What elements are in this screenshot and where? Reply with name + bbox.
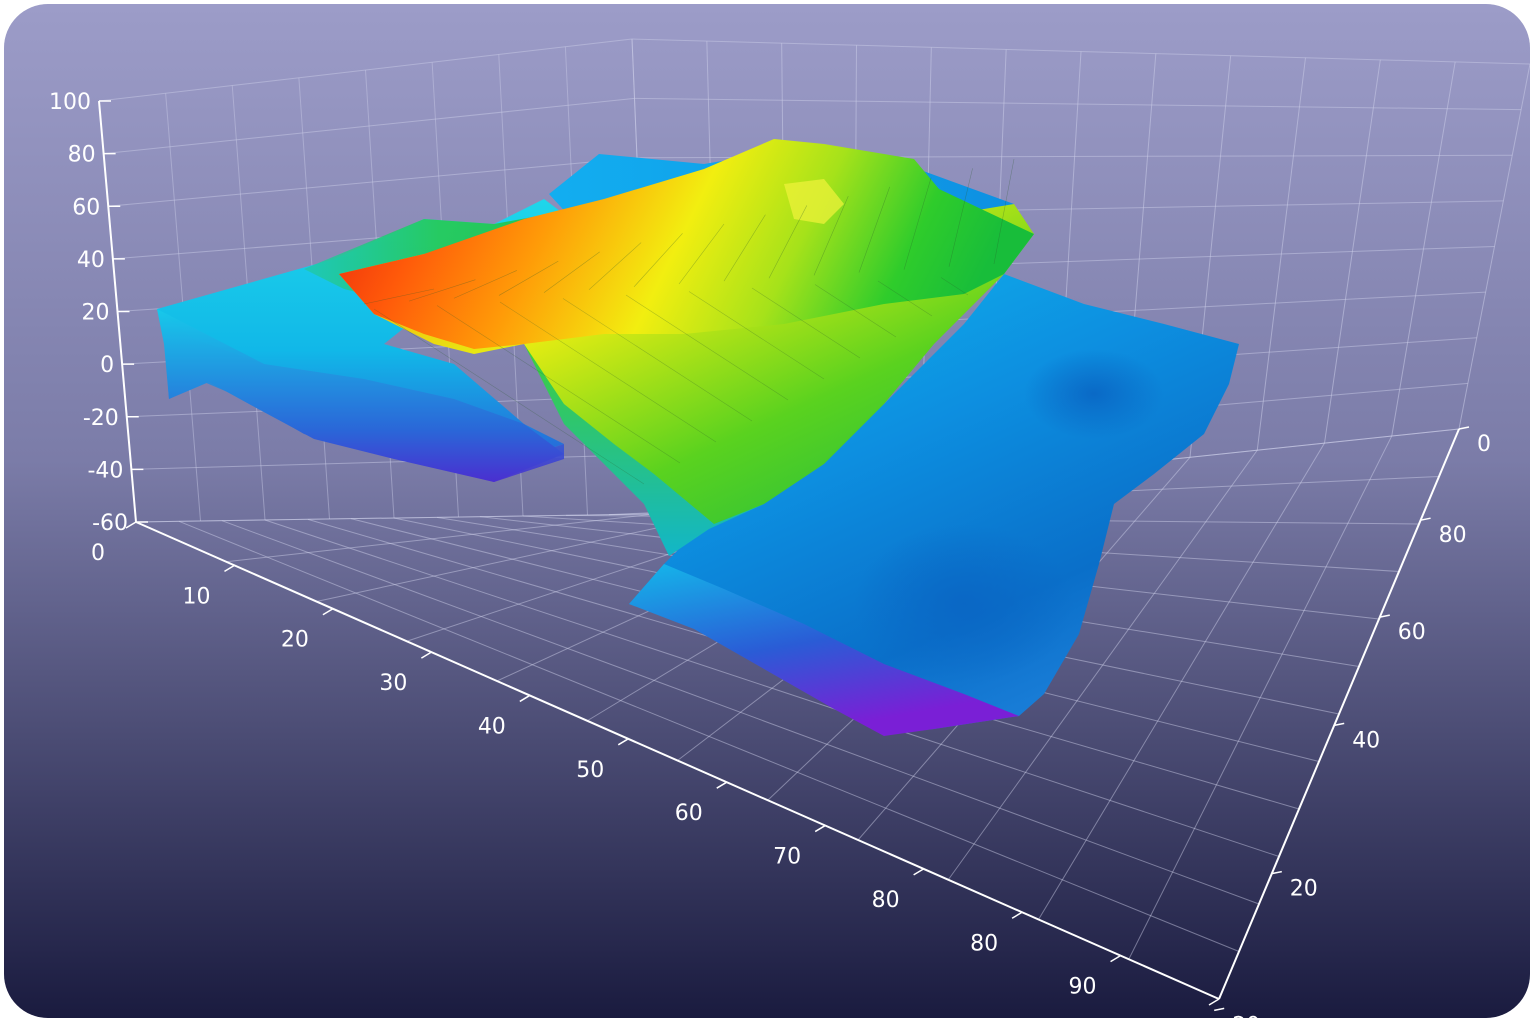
z-tick-label: -60 <box>92 511 128 536</box>
x-tick-label: 10 <box>182 584 210 609</box>
chart-frame: 100 80 60 40 20 0 -20 -40 -60 0 10 20 30 40 50 60 70 80 8… <box>4 4 1530 1018</box>
y-tick-label: 80 <box>1439 523 1467 548</box>
z-tick-label: 40 <box>77 248 105 273</box>
z-tick-label: -40 <box>87 458 123 483</box>
x-tick-label: 40 <box>478 714 506 739</box>
x-tick-label: 60 <box>675 801 703 826</box>
z-tick-label: -20 <box>83 406 119 431</box>
x-tick-label: 70 <box>773 845 801 870</box>
z-tick-label: 60 <box>72 195 100 220</box>
surface-chart: 100 80 60 40 20 0 -20 -40 -60 0 10 20 30 40 50 60 70 80 8… <box>4 4 1530 1018</box>
y-tick-label: 60 <box>1398 620 1426 645</box>
x-tick-label: 90 <box>1069 975 1097 1000</box>
x-tick-label: 30 <box>379 671 407 696</box>
y-tick-label: 40 <box>1352 728 1380 753</box>
y-tick-label: 20 <box>1290 877 1318 902</box>
x-tick-label: 50 <box>576 758 604 783</box>
z-tick-label: 20 <box>82 301 110 326</box>
z-tick-label: 100 <box>49 90 91 115</box>
y-tick-label: 20 <box>1232 1013 1260 1018</box>
surface-basin-dip-back <box>1024 349 1164 439</box>
x-tick-label: 80 <box>970 931 998 956</box>
x-tick-label: 0 <box>91 541 105 566</box>
y-tick-label: 0 <box>1477 432 1491 457</box>
z-tick-label: 80 <box>68 143 96 168</box>
z-tick-label: 0 <box>100 353 114 378</box>
x-tick-label: 20 <box>281 628 309 653</box>
x-tick-label: 80 <box>872 888 900 913</box>
surface-basin-dip <box>854 524 1074 684</box>
